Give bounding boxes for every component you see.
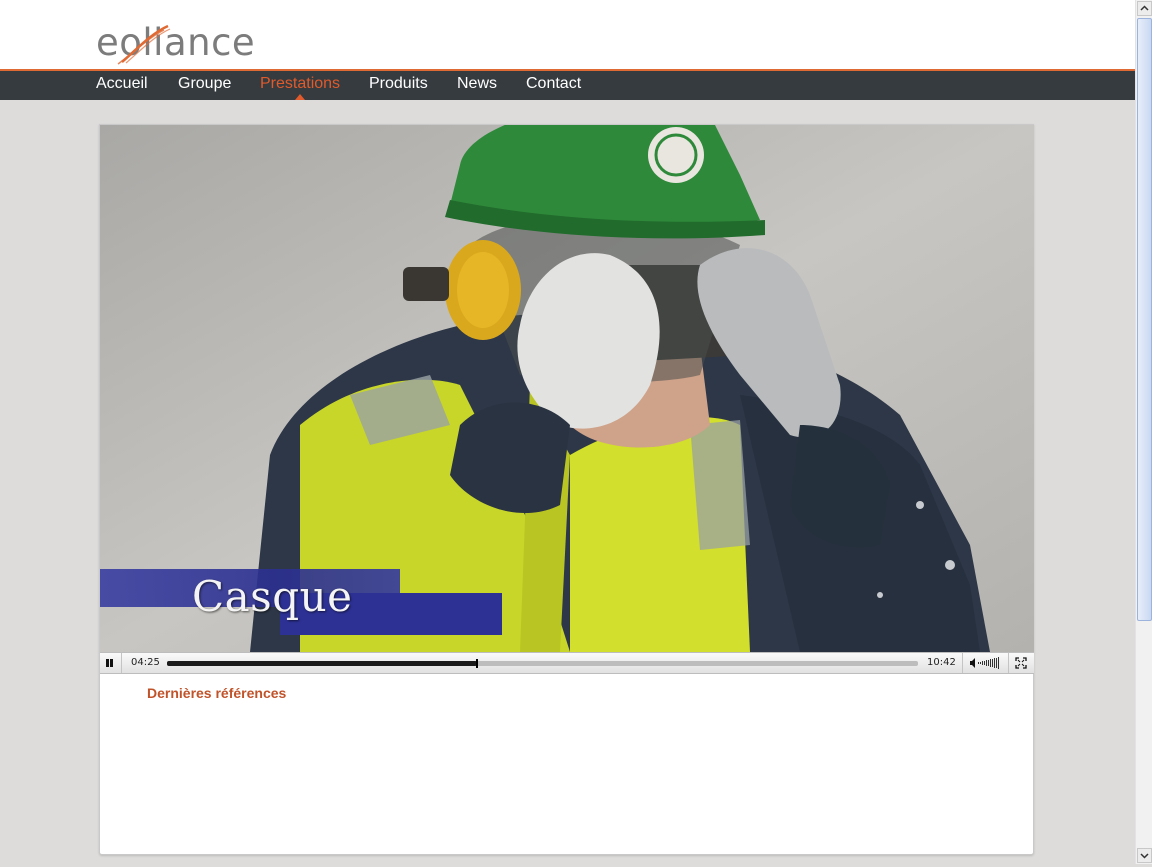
- video-progress-bar[interactable]: [167, 659, 918, 668]
- main-nav: Accueil Groupe Prestations Produits News…: [0, 69, 1135, 100]
- nav-item-accueil[interactable]: Accueil: [96, 75, 148, 93]
- volume-icon[interactable]: [970, 657, 1002, 669]
- video-progress-thumb[interactable]: [476, 659, 479, 668]
- control-divider: [121, 653, 122, 673]
- pause-icon[interactable]: [105, 658, 115, 668]
- video-progress-fill: [167, 661, 478, 666]
- video-controls: 04:25 10:42: [100, 652, 1034, 674]
- video-caption: Casque: [192, 572, 353, 621]
- scrollbar-thumb[interactable]: [1137, 18, 1152, 621]
- chevron-down-icon[interactable]: [1137, 848, 1152, 863]
- total-time: 10:42: [927, 657, 956, 668]
- site-header: eoliance: [0, 0, 1135, 69]
- nav-item-produits[interactable]: Produits: [369, 75, 428, 93]
- chevron-up-icon[interactable]: [1137, 1, 1152, 16]
- current-time: 04:25: [131, 657, 160, 668]
- site-logo[interactable]: eoliance: [96, 20, 255, 66]
- active-nav-indicator: [295, 94, 305, 100]
- control-divider: [1008, 653, 1009, 673]
- section-title: Dernières références: [147, 685, 287, 701]
- nav-item-news[interactable]: News: [457, 75, 497, 93]
- logo-swoosh-icon: [117, 24, 171, 65]
- nav-item-groupe[interactable]: Groupe: [178, 75, 231, 93]
- control-divider: [962, 653, 963, 673]
- page-scrollbar[interactable]: [1135, 0, 1152, 864]
- nav-item-prestations[interactable]: Prestations: [260, 75, 340, 93]
- nav-item-contact[interactable]: Contact: [526, 75, 581, 93]
- fullscreen-icon[interactable]: [1015, 657, 1027, 669]
